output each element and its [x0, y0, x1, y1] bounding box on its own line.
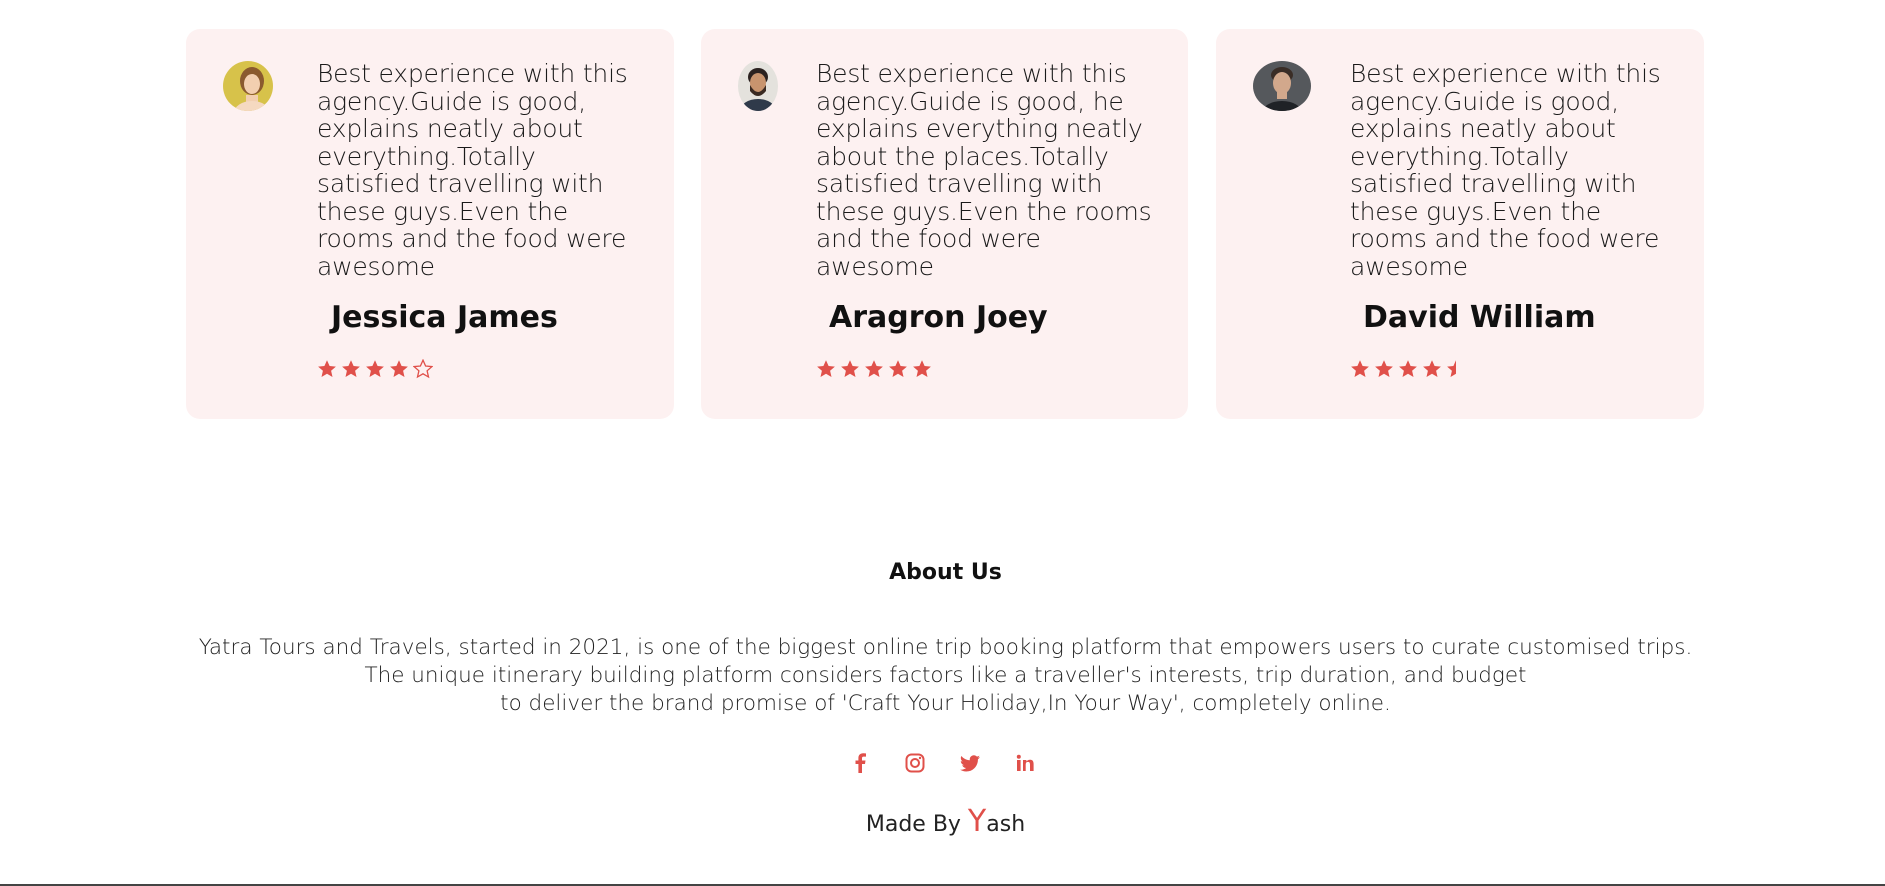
star-full-icon — [1350, 359, 1370, 379]
testimonials-section: Best experience with this agency.Guide i… — [186, 29, 1704, 419]
star-full-icon — [816, 359, 836, 379]
reviewer-name: David William — [1363, 300, 1596, 335]
review-text: Best experience with this agency.Guide i… — [1350, 59, 1661, 281]
about-description: Yatra Tours and Travels, started in 2021… — [198, 635, 1693, 716]
facebook-icon[interactable] — [849, 752, 871, 774]
avatar — [223, 61, 273, 111]
review-text: Best experience with this agency.Guide i… — [816, 59, 1152, 281]
testimonial-card: Best experience with this agency.Guide i… — [701, 29, 1188, 419]
star-full-icon — [1374, 359, 1394, 379]
star-full-icon — [341, 359, 361, 379]
star-half-icon — [1446, 359, 1466, 379]
star-full-icon — [317, 359, 337, 379]
star-full-icon — [840, 359, 860, 379]
linkedin-icon[interactable] — [1014, 752, 1036, 774]
instagram-icon[interactable] — [904, 752, 926, 774]
star-full-icon — [1422, 359, 1442, 379]
star-full-icon — [1398, 359, 1418, 379]
author-rest: ash — [986, 812, 1026, 837]
star-full-icon — [864, 359, 884, 379]
review-text: Best experience with this agency.Guide i… — [317, 59, 628, 281]
star-rating — [317, 358, 434, 379]
about-title: About Us — [889, 560, 1002, 585]
author-initial: Y — [967, 804, 987, 839]
star-rating — [1350, 359, 1466, 379]
testimonial-card: Best experience with this agency.Guide i… — [1216, 29, 1704, 419]
star-full-icon — [365, 359, 385, 379]
made-by-credit: Made By Yash — [865, 804, 1026, 839]
star-full-icon — [912, 359, 932, 379]
avatar — [1253, 61, 1311, 111]
reviewer-name: Jessica James — [331, 300, 558, 335]
star-rating — [816, 359, 932, 379]
social-links — [849, 752, 1036, 774]
avatar — [738, 61, 778, 111]
reviewer-name: Aragron Joey — [829, 300, 1048, 335]
testimonial-card: Best experience with this agency.Guide i… — [186, 29, 674, 419]
star-empty-icon — [412, 358, 434, 379]
star-full-icon — [389, 359, 409, 379]
star-full-icon — [888, 359, 908, 379]
twitter-icon[interactable] — [959, 752, 981, 774]
